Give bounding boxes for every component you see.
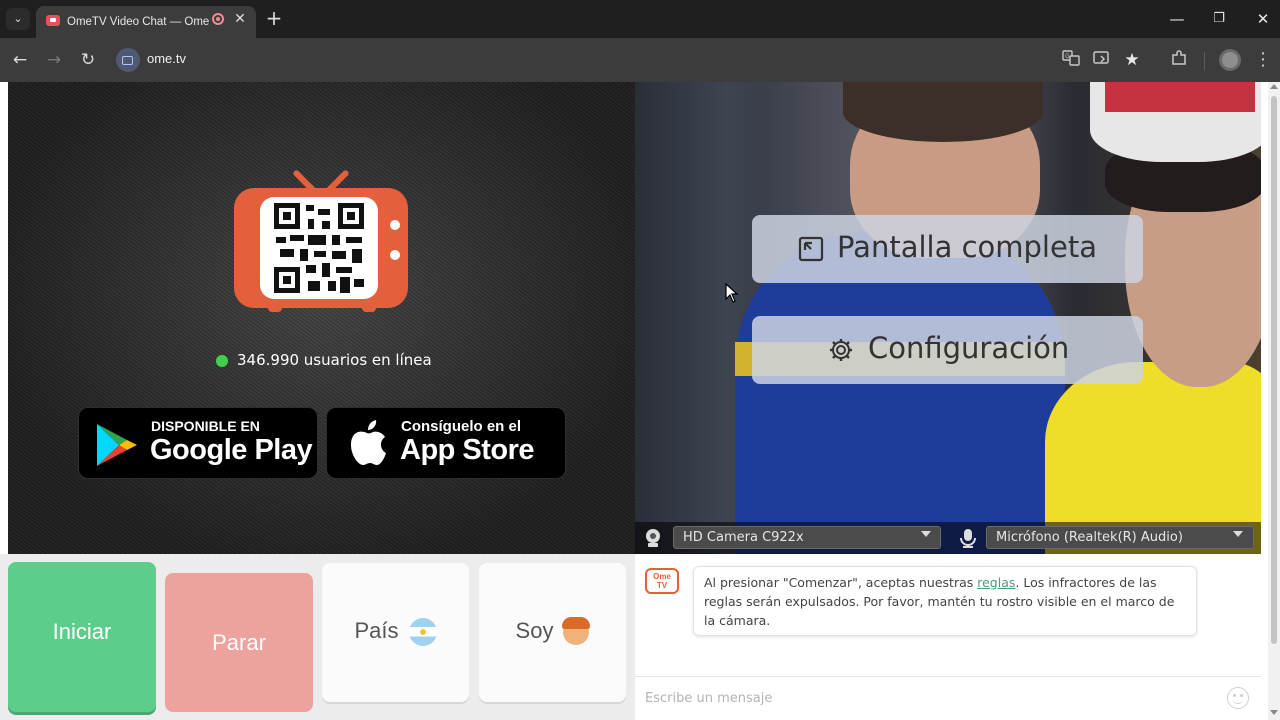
start-label: Iniciar bbox=[52, 619, 112, 644]
scroll-thumb[interactable] bbox=[1271, 96, 1277, 644]
partner-video-placeholder: 346.990 usuarios en línea DISPONIBLE EN … bbox=[8, 82, 635, 554]
chat-logo-text: Ome TV bbox=[653, 572, 671, 590]
tab-title: OmeTV Video Chat — Ome bbox=[67, 16, 210, 28]
rules-link[interactable]: reglas bbox=[977, 575, 1015, 590]
camera-select[interactable]: HD Camera C922x bbox=[673, 526, 941, 549]
browser-tab[interactable]: OmeTV Video Chat — Ome ✕ bbox=[36, 6, 256, 38]
argentina-flag-icon bbox=[408, 618, 437, 647]
controls-area: Iniciar Parar País Soy bbox=[0, 554, 635, 720]
scroll-down-arrow[interactable] bbox=[1270, 710, 1278, 715]
gender-content: Soy bbox=[479, 617, 626, 646]
mouse-cursor-icon bbox=[725, 283, 739, 303]
maximize-button[interactable]: ❐ bbox=[1204, 6, 1234, 32]
google-play-logo bbox=[97, 424, 137, 466]
message-text-start: Al presionar "Comenzar", aceptas nuestra… bbox=[704, 575, 978, 590]
fullscreen-label: Pantalla completa bbox=[837, 230, 1097, 264]
chevron-down-icon bbox=[1233, 531, 1243, 537]
google-play-badge[interactable]: DISPONIBLE EN Google Play bbox=[78, 407, 318, 479]
tab-close-icon[interactable]: ✕ bbox=[232, 11, 248, 27]
stop-label: Parar bbox=[212, 630, 266, 655]
settings-label: Configuración bbox=[868, 331, 1070, 365]
ometv-tv-qr-logo[interactable] bbox=[234, 158, 408, 314]
qr-code bbox=[274, 203, 364, 293]
start-button[interactable]: Iniciar bbox=[8, 562, 156, 712]
fullscreen-icon bbox=[798, 236, 824, 262]
tv-foot bbox=[268, 304, 282, 312]
tv-foot bbox=[362, 304, 376, 312]
browser-tab-bar: ⌄ OmeTV Video Chat — Ome ✕ + — ❐ ✕ bbox=[0, 0, 1280, 38]
page-scrollbar[interactable] bbox=[1268, 82, 1280, 720]
country-button[interactable]: País bbox=[322, 563, 469, 702]
microphone-icon bbox=[960, 529, 976, 548]
ometv-favicon-icon bbox=[46, 15, 60, 26]
microphone-select[interactable]: Micrófono (Realtek(R) Audio) bbox=[986, 526, 1254, 549]
toolbar-separator bbox=[1204, 52, 1205, 70]
country-content: País bbox=[322, 618, 469, 647]
settings-button[interactable]: Configuración bbox=[752, 316, 1143, 384]
translate-icon[interactable]: G bbox=[1060, 49, 1082, 71]
page: 346.990 usuarios en línea DISPONIBLE EN … bbox=[0, 82, 1280, 720]
recording-icon bbox=[212, 13, 224, 25]
cast-icon[interactable] bbox=[1090, 49, 1112, 71]
self-camera-video: Pantalla completa Configuración HD Camer… bbox=[635, 82, 1261, 554]
google-play-small-text: DISPONIBLE EN bbox=[151, 418, 260, 434]
ometv-chat-logo: Ome TV bbox=[645, 568, 679, 594]
tv-knob bbox=[390, 220, 400, 230]
stop-button[interactable]: Parar bbox=[165, 573, 313, 712]
profile-icon[interactable] bbox=[1219, 49, 1241, 71]
google-play-big-text: Google Play bbox=[150, 434, 313, 466]
message-input[interactable] bbox=[645, 687, 1205, 709]
app-store-badge[interactable]: Consíguelo en el App Store bbox=[326, 407, 566, 479]
app-store-small-text: Consíguelo en el bbox=[401, 418, 522, 435]
menu-icon[interactable]: ⋮ bbox=[1252, 49, 1274, 71]
minimize-button[interactable]: — bbox=[1162, 6, 1192, 32]
address-bar[interactable]: ome.tv bbox=[110, 43, 1110, 77]
chevron-down-icon bbox=[921, 531, 931, 537]
new-tab-button[interactable]: + bbox=[262, 7, 286, 31]
online-status-dot bbox=[216, 355, 228, 367]
browser-toolbar: ← → ↻ ome.tv G ★ ⋮ bbox=[0, 38, 1280, 82]
extensions-icon[interactable] bbox=[1168, 49, 1190, 71]
forward-button[interactable]: → bbox=[41, 47, 67, 73]
chat-panel: Ome TV Al presionar "Comenzar", aceptas … bbox=[635, 554, 1261, 720]
emoji-icon[interactable] bbox=[1227, 687, 1249, 709]
chat-input-bar bbox=[635, 676, 1261, 720]
system-message: Al presionar "Comenzar", aceptas nuestra… bbox=[693, 566, 1197, 636]
star-icon[interactable]: ★ bbox=[1121, 49, 1143, 71]
apple-logo bbox=[351, 420, 386, 465]
camera-person-left bbox=[635, 82, 725, 554]
camera-person-hair bbox=[843, 82, 1043, 142]
boy-emoji-icon bbox=[562, 617, 591, 646]
webcam-icon bbox=[646, 529, 660, 547]
device-selection-bar: HD Camera C922x Micrófono (Realtek(R) Au… bbox=[635, 522, 1261, 554]
gender-label: Soy bbox=[515, 618, 554, 643]
tab-list-icon[interactable]: ⌄ bbox=[6, 8, 30, 30]
reload-button[interactable]: ↻ bbox=[75, 47, 101, 73]
scroll-up-arrow[interactable] bbox=[1270, 84, 1278, 89]
tv-knob bbox=[390, 250, 400, 260]
camera-select-value: HD Camera C922x bbox=[683, 530, 804, 545]
url-text: ome.tv bbox=[147, 51, 187, 66]
camera-person-cap-stripe bbox=[1105, 82, 1255, 112]
online-users-count: 346.990 usuarios en línea bbox=[237, 351, 432, 369]
country-label: País bbox=[354, 618, 399, 643]
site-info-icon[interactable] bbox=[116, 48, 140, 72]
svg-text:G: G bbox=[1065, 53, 1070, 60]
gender-button[interactable]: Soy bbox=[479, 563, 626, 702]
gear-icon bbox=[830, 339, 852, 361]
fullscreen-button[interactable]: Pantalla completa bbox=[752, 215, 1143, 283]
back-button[interactable]: ← bbox=[7, 47, 33, 73]
close-window-button[interactable]: ✕ bbox=[1248, 6, 1278, 32]
microphone-select-value: Micrófono (Realtek(R) Audio) bbox=[996, 530, 1183, 545]
app-store-big-text: App Store bbox=[400, 434, 535, 466]
